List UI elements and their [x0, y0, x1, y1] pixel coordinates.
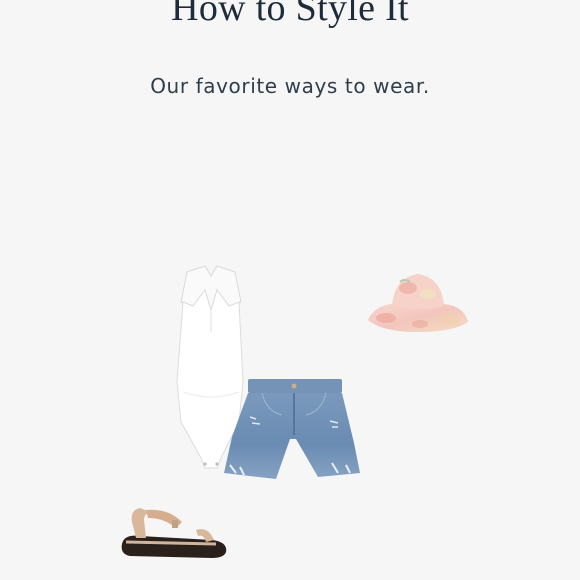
- sandal-icon: [121, 508, 227, 558]
- sandal-product-image[interactable]: [116, 500, 230, 566]
- denim-shorts-product-image[interactable]: [222, 377, 362, 481]
- denim-shorts-icon: [224, 379, 360, 479]
- bucket-hat-icon: [368, 274, 468, 332]
- page-title: How to Style It: [171, 0, 409, 29]
- page-subtitle: Our favorite ways to wear.: [150, 74, 430, 98]
- bucket-hat-product-image[interactable]: [364, 268, 472, 340]
